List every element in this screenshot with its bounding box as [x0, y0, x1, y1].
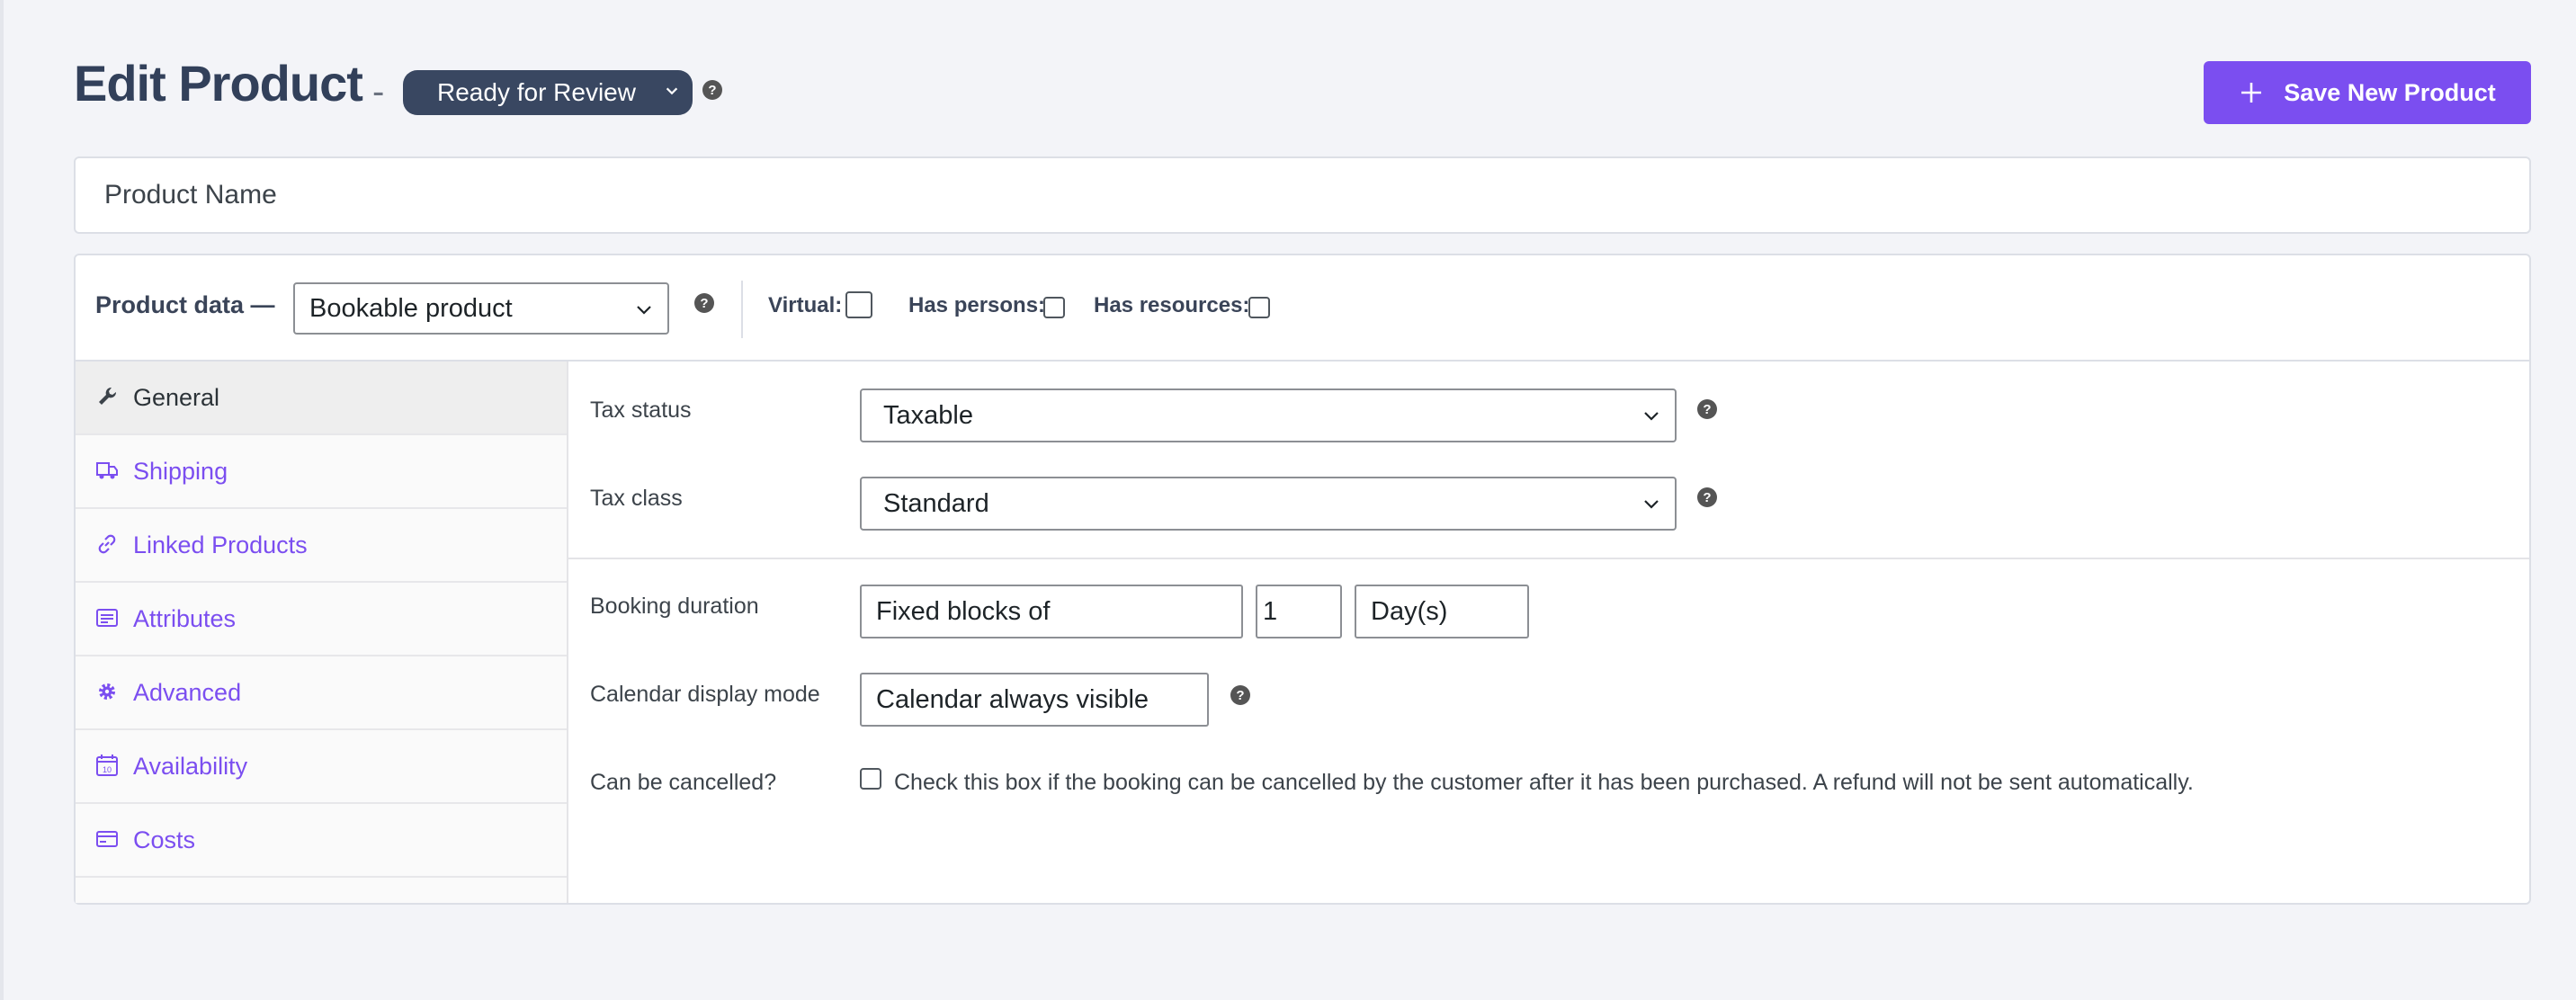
tab-linked-products[interactable]: Linked Products [76, 509, 567, 583]
tab-attributes[interactable]: Attributes [76, 583, 567, 656]
can-cancel-label: Can be cancelled? [590, 770, 777, 795]
tab-shipping[interactable]: Shipping [76, 435, 567, 509]
tax-class-label: Tax class [590, 486, 683, 511]
product-data-header: Product data — Bookable product ? Virtua… [76, 255, 2529, 362]
virtual-label: Virtual: [768, 293, 843, 317]
save-new-product-button[interactable]: Save New Product [2204, 61, 2531, 124]
booking-duration-unit-select[interactable]: Day(s) [1355, 585, 1529, 638]
list-icon [96, 609, 118, 627]
page: Edit Product - Ready for Review ? Save N… [0, 0, 2576, 1000]
save-button-label: Save New Product [2284, 78, 2496, 106]
tax-class-select[interactable]: Standard [860, 477, 1677, 531]
wrench-icon [99, 387, 117, 405]
chevron-down-icon [666, 87, 678, 95]
card-icon [96, 831, 118, 847]
tax-status-help-icon[interactable]: ? [1697, 399, 1717, 419]
tab-label: Linked Products [133, 531, 308, 558]
status-help-icon[interactable]: ? [702, 80, 722, 100]
can-cancel-description: Check this box if the booking can be can… [894, 770, 2194, 795]
product-type-help-icon[interactable]: ? [694, 293, 714, 313]
tax-status-label: Tax status [590, 397, 692, 423]
tax-status-value: Taxable [883, 400, 973, 430]
product-type-value: Bookable product [309, 293, 513, 323]
header-divider [741, 281, 743, 338]
tab-general[interactable]: General [76, 362, 567, 435]
tab-label: Costs [133, 826, 196, 853]
chevron-down-icon [1644, 500, 1659, 509]
tab-label: Shipping [133, 457, 228, 485]
booking-duration-label: Booking duration [590, 594, 759, 619]
has-persons-label: Has persons: [908, 293, 1046, 317]
tax-class-help-icon[interactable]: ? [1697, 487, 1717, 507]
svg-text:10: 10 [103, 765, 112, 774]
page-title: Edit Product [74, 55, 363, 112]
calendar-display-help-icon[interactable]: ? [1230, 685, 1250, 705]
status-label: Ready for Review [437, 78, 636, 106]
booking-duration-type-select[interactable]: Fixed blocks of [860, 585, 1243, 638]
plus-icon [2241, 83, 2262, 103]
section-divider [568, 558, 2529, 559]
chevron-down-icon [1644, 412, 1659, 421]
product-data-tabs: General Shipping Linked Products Attribu… [76, 362, 568, 903]
tab-costs[interactable]: Costs [76, 804, 567, 878]
can-cancel-checkbox[interactable] [860, 768, 881, 790]
tab-label: Attributes [133, 604, 237, 632]
title-separator: - [372, 72, 385, 112]
tax-class-value: Standard [883, 488, 989, 518]
product-type-select[interactable]: Bookable product [293, 282, 669, 335]
product-data-panel: Product data — Bookable product ? Virtua… [74, 254, 2531, 905]
tab-label: General [133, 383, 220, 411]
tab-availability[interactable]: 10 Availability [76, 730, 567, 804]
tax-status-select[interactable]: Taxable [860, 388, 1677, 442]
booking-duration-amount-input[interactable]: 1 [1256, 585, 1342, 638]
tab-label: Advanced [133, 678, 242, 706]
truck-icon [96, 462, 118, 479]
chevron-down-icon [637, 306, 651, 315]
tab-advanced[interactable]: Advanced [76, 656, 567, 730]
virtual-checkbox[interactable] [845, 291, 872, 318]
product-name-input[interactable]: Product Name [74, 156, 2531, 234]
has-resources-label: Has resources: [1094, 293, 1250, 317]
has-resources-checkbox[interactable] [1248, 297, 1270, 318]
product-data-label: Product data — [95, 291, 275, 318]
status-dropdown[interactable]: Ready for Review [403, 70, 693, 115]
link-icon [98, 534, 116, 554]
calendar-icon: 10 [96, 754, 118, 776]
calendar-display-label: Calendar display mode [590, 682, 820, 707]
has-persons-checkbox[interactable] [1043, 297, 1065, 318]
gear-icon [99, 683, 115, 700]
calendar-display-select[interactable]: Calendar always visible [860, 673, 1209, 727]
tab-label: Availability [133, 752, 248, 780]
